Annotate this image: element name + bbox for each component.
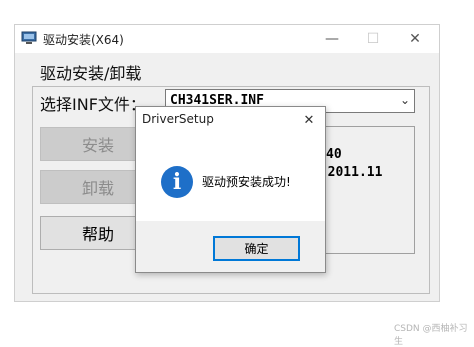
dialog-close-button[interactable]: ✕ <box>299 110 319 130</box>
inf-select-label: 选择INF文件： <box>40 95 146 114</box>
dialog-title-bar[interactable]: DriverSetup ✕ <box>136 107 325 133</box>
ok-button[interactable]: 确定 <box>213 236 300 261</box>
message-dialog: DriverSetup ✕ i 驱动预安装成功! 确定 <box>135 106 326 273</box>
maximize-icon: ☐ <box>366 31 380 47</box>
group-label: 驱动安装/卸载 <box>40 64 142 83</box>
close-icon: ✕ <box>409 31 421 47</box>
window-title: 驱动安装(X64) <box>43 33 124 47</box>
watermark: CSDN @西柚补习生 <box>394 324 468 347</box>
chevron-down-icon[interactable]: ⌄ <box>400 93 410 107</box>
minimize-icon: — <box>325 31 339 47</box>
dialog-title: DriverSetup <box>142 112 214 126</box>
close-button[interactable]: ✕ <box>400 27 430 51</box>
maximize-button[interactable]: ☐ <box>358 27 388 51</box>
app-icon <box>21 31 37 44</box>
title-bar[interactable]: 驱动安装(X64) — ☐ ✕ <box>15 25 439 53</box>
driver-info-line: 40 <box>326 147 342 162</box>
dialog-message: 驱动预安装成功! <box>202 175 291 189</box>
info-icon: i <box>161 166 193 198</box>
close-icon: ✕ <box>303 112 315 128</box>
dialog-body: i 驱动预安装成功! <box>136 133 325 221</box>
minimize-button[interactable]: — <box>317 27 347 51</box>
